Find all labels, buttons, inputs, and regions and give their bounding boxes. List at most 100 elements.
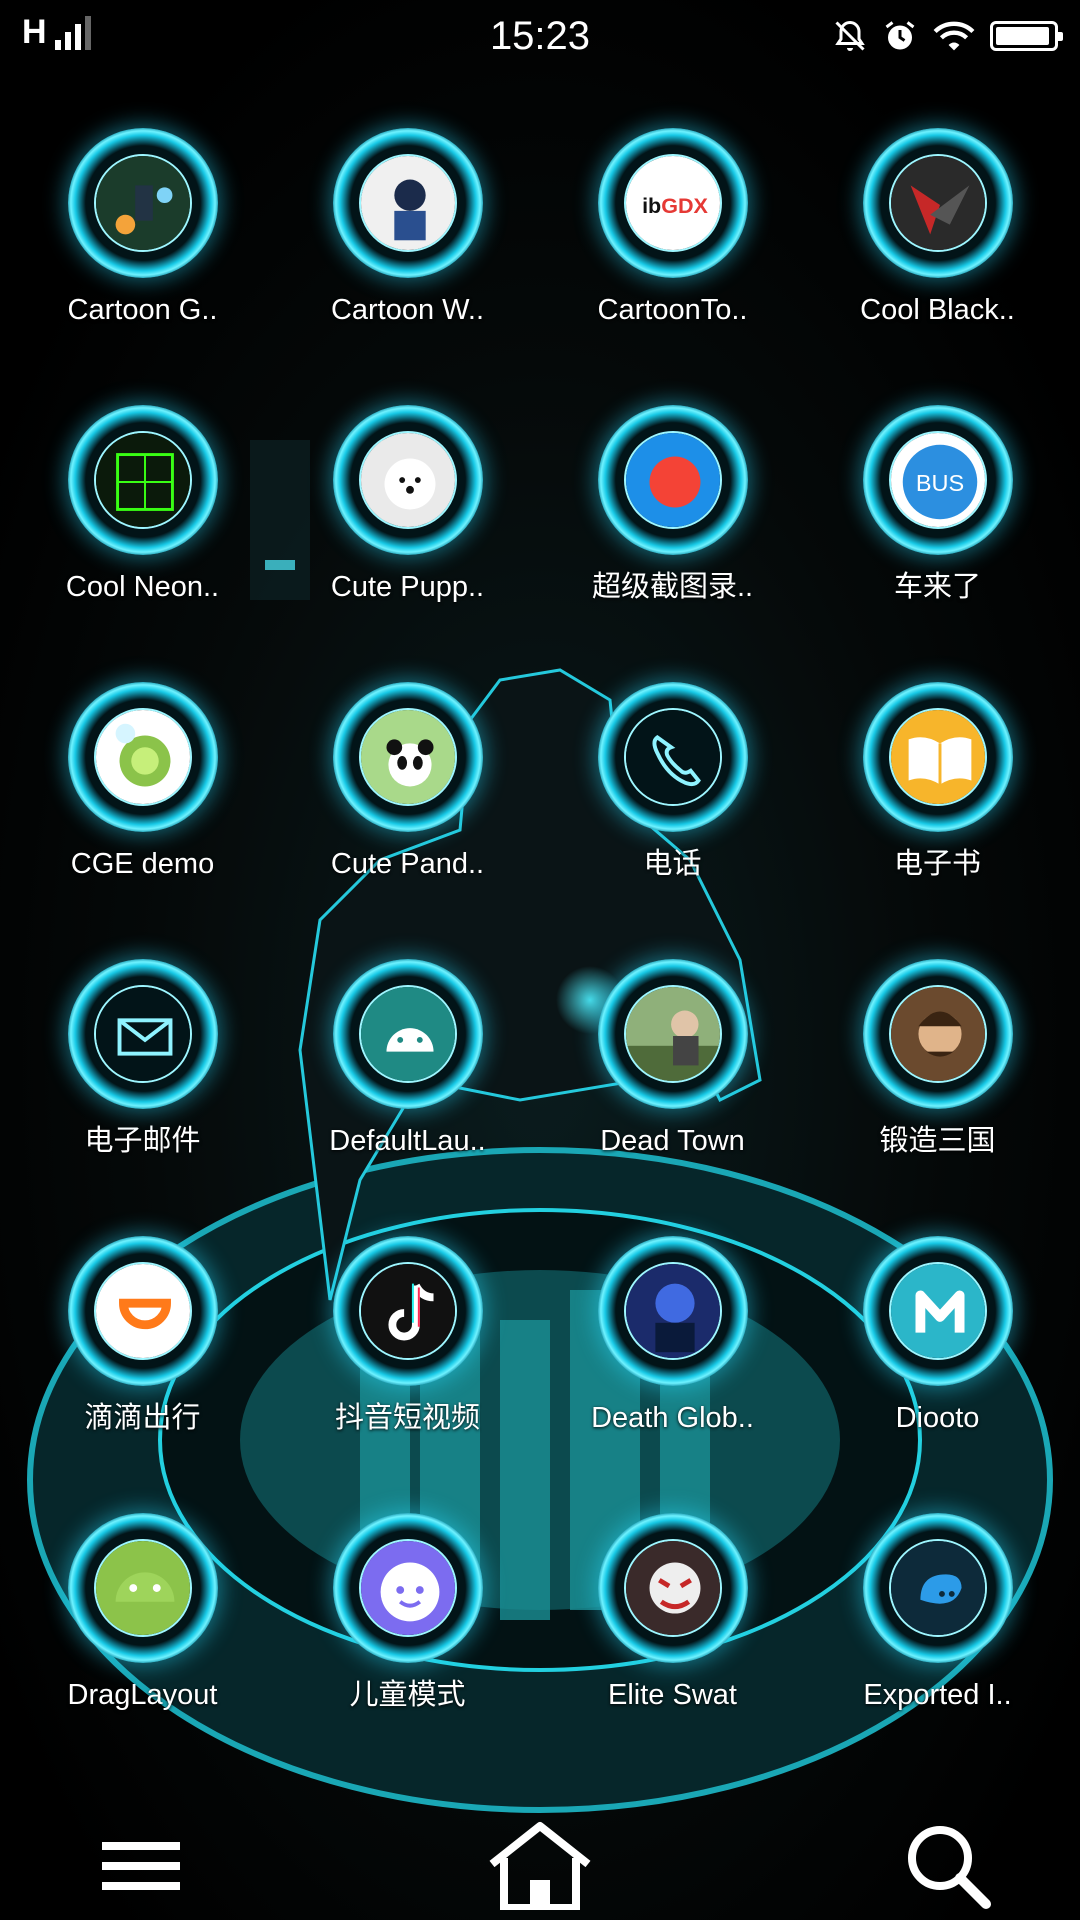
app-icon-frame — [67, 128, 218, 278]
app-item[interactable]: Cartoon W.. — [275, 128, 540, 405]
app-label: 儿童模式 — [349, 1679, 466, 1711]
app-icon-frame — [67, 682, 218, 832]
camera-lens-icon — [93, 708, 192, 806]
phone-icon — [623, 708, 722, 806]
search-button[interactable] — [900, 1820, 1000, 1910]
android-green-icon — [93, 1539, 192, 1637]
app-item[interactable]: 抖音短视频 — [275, 1236, 540, 1513]
app-icon-frame — [862, 959, 1013, 1109]
app-item[interactable]: Cool Neon.. — [10, 405, 275, 682]
diooto-icon — [888, 1262, 987, 1360]
app-item[interactable]: 滴滴出行 — [10, 1236, 275, 1513]
app-label: Dead Town — [600, 1125, 745, 1157]
app-icon-frame — [67, 959, 218, 1109]
exported-bird-icon — [888, 1539, 987, 1637]
app-item[interactable]: 电子邮件 — [10, 959, 275, 1236]
app-item[interactable]: Cartoon G.. — [10, 128, 275, 405]
menu-icon — [102, 1842, 180, 1890]
app-item[interactable]: Dead Town — [540, 959, 805, 1236]
app-item[interactable]: 锻造三国 — [805, 959, 1070, 1236]
app-item[interactable]: 儿童模式 — [275, 1513, 540, 1790]
elite-swat-game-icon — [623, 1539, 722, 1637]
app-label: DefaultLau.. — [329, 1125, 486, 1157]
battery-icon — [990, 21, 1063, 51]
app-icon-frame — [597, 959, 748, 1109]
app-label: Cartoon W.. — [330, 294, 485, 326]
app-icon-frame — [67, 1513, 218, 1663]
app-item[interactable]: Cute Pupp.. — [275, 405, 540, 682]
app-item[interactable]: Elite Swat — [540, 1513, 805, 1790]
search-icon — [908, 1826, 991, 1909]
app-label: Exported I.. — [863, 1679, 1012, 1711]
app-label: Cool Neon.. — [65, 571, 220, 603]
app-label: CartoonTo.. — [597, 294, 748, 326]
app-label: 电子邮件 — [84, 1125, 201, 1157]
app-label: Diooto — [895, 1402, 980, 1434]
app-icon-frame — [332, 405, 483, 555]
dead-town-game-icon — [623, 985, 722, 1083]
app-item[interactable]: Death Glob.. — [540, 1236, 805, 1513]
app-icon-frame — [862, 682, 1013, 832]
status-bar: H 15:23 — [0, 0, 1080, 76]
app-label: Elite Swat — [608, 1679, 737, 1711]
app-label: Death Glob.. — [591, 1402, 754, 1434]
home-button[interactable] — [486, 1820, 594, 1912]
tiktok-icon — [358, 1262, 457, 1360]
notifications-muted-icon — [835, 20, 865, 51]
email-icon — [93, 985, 192, 1083]
android-icon — [358, 985, 457, 1083]
app-label: 电子书 — [893, 848, 981, 880]
app-item[interactable]: ibGDX CartoonTo.. — [540, 128, 805, 405]
app-label: 车来了 — [893, 571, 981, 603]
app-icon-frame — [332, 128, 483, 278]
app-item[interactable]: 电话 — [540, 682, 805, 959]
svg-text:BUS: BUS — [915, 470, 963, 496]
app-icon-frame — [862, 128, 1013, 278]
cool-black-theme-icon — [888, 154, 987, 252]
app-item[interactable]: Exported I.. — [805, 1513, 1070, 1790]
app-label: 超级截图录.. — [591, 571, 754, 603]
app-icon-frame — [332, 1513, 483, 1663]
app-label: DragLayout — [67, 1679, 218, 1711]
status-right — [832, 14, 1063, 58]
wifi-icon — [933, 21, 975, 51]
app-item[interactable]: Cute Pand.. — [275, 682, 540, 959]
cool-neon-theme-icon — [93, 431, 192, 529]
app-label: CGE demo — [70, 848, 215, 880]
app-item[interactable]: DragLayout — [10, 1513, 275, 1790]
menu-button[interactable] — [92, 1820, 192, 1910]
kids-mode-icon — [358, 1539, 457, 1637]
app-label: Cool Black.. — [860, 294, 1015, 326]
cartoon-galaxy-theme-icon — [93, 154, 192, 252]
app-icon-frame: ibGDX — [597, 128, 748, 278]
app-grid: Cartoon G.. Cartoon W.. ibGDX CartoonTo.. Co… — [0, 128, 1080, 1790]
app-label: 锻造三国 — [879, 1125, 996, 1157]
three-kingdoms-game-icon — [888, 985, 987, 1083]
app-label: Cute Pupp.. — [330, 571, 485, 603]
app-icon-frame — [597, 1513, 748, 1663]
app-label: 电话 — [643, 848, 702, 880]
app-item[interactable]: BUS 车来了 — [805, 405, 1070, 682]
app-item[interactable]: Cool Black.. — [805, 128, 1070, 405]
bus-icon: BUS — [888, 431, 987, 529]
app-icon-frame — [67, 405, 218, 555]
ebook-icon — [888, 708, 987, 806]
app-label: Cartoon G.. — [67, 294, 218, 326]
app-item[interactable]: Diooto — [805, 1236, 1070, 1513]
cartoon-warrior-theme-icon — [358, 154, 457, 252]
app-label: Cute Pand.. — [330, 848, 485, 880]
app-item[interactable]: 电子书 — [805, 682, 1070, 959]
death-globe-theme-icon — [623, 1262, 722, 1360]
app-icon-frame: BUS — [862, 405, 1013, 555]
app-item[interactable]: CGE demo — [10, 682, 275, 959]
app-icon-frame — [332, 1236, 483, 1386]
app-icon-frame — [332, 959, 483, 1109]
app-icon-frame — [862, 1513, 1013, 1663]
app-icon-frame — [332, 682, 483, 832]
app-item[interactable]: DefaultLau.. — [275, 959, 540, 1236]
libgdx-icon: ibGDX — [623, 154, 722, 252]
app-icon-frame — [597, 405, 748, 555]
app-item[interactable]: 超级截图录.. — [540, 405, 805, 682]
app-icon-frame — [597, 682, 748, 832]
svg-text:ibGDX: ibGDX — [642, 193, 708, 218]
